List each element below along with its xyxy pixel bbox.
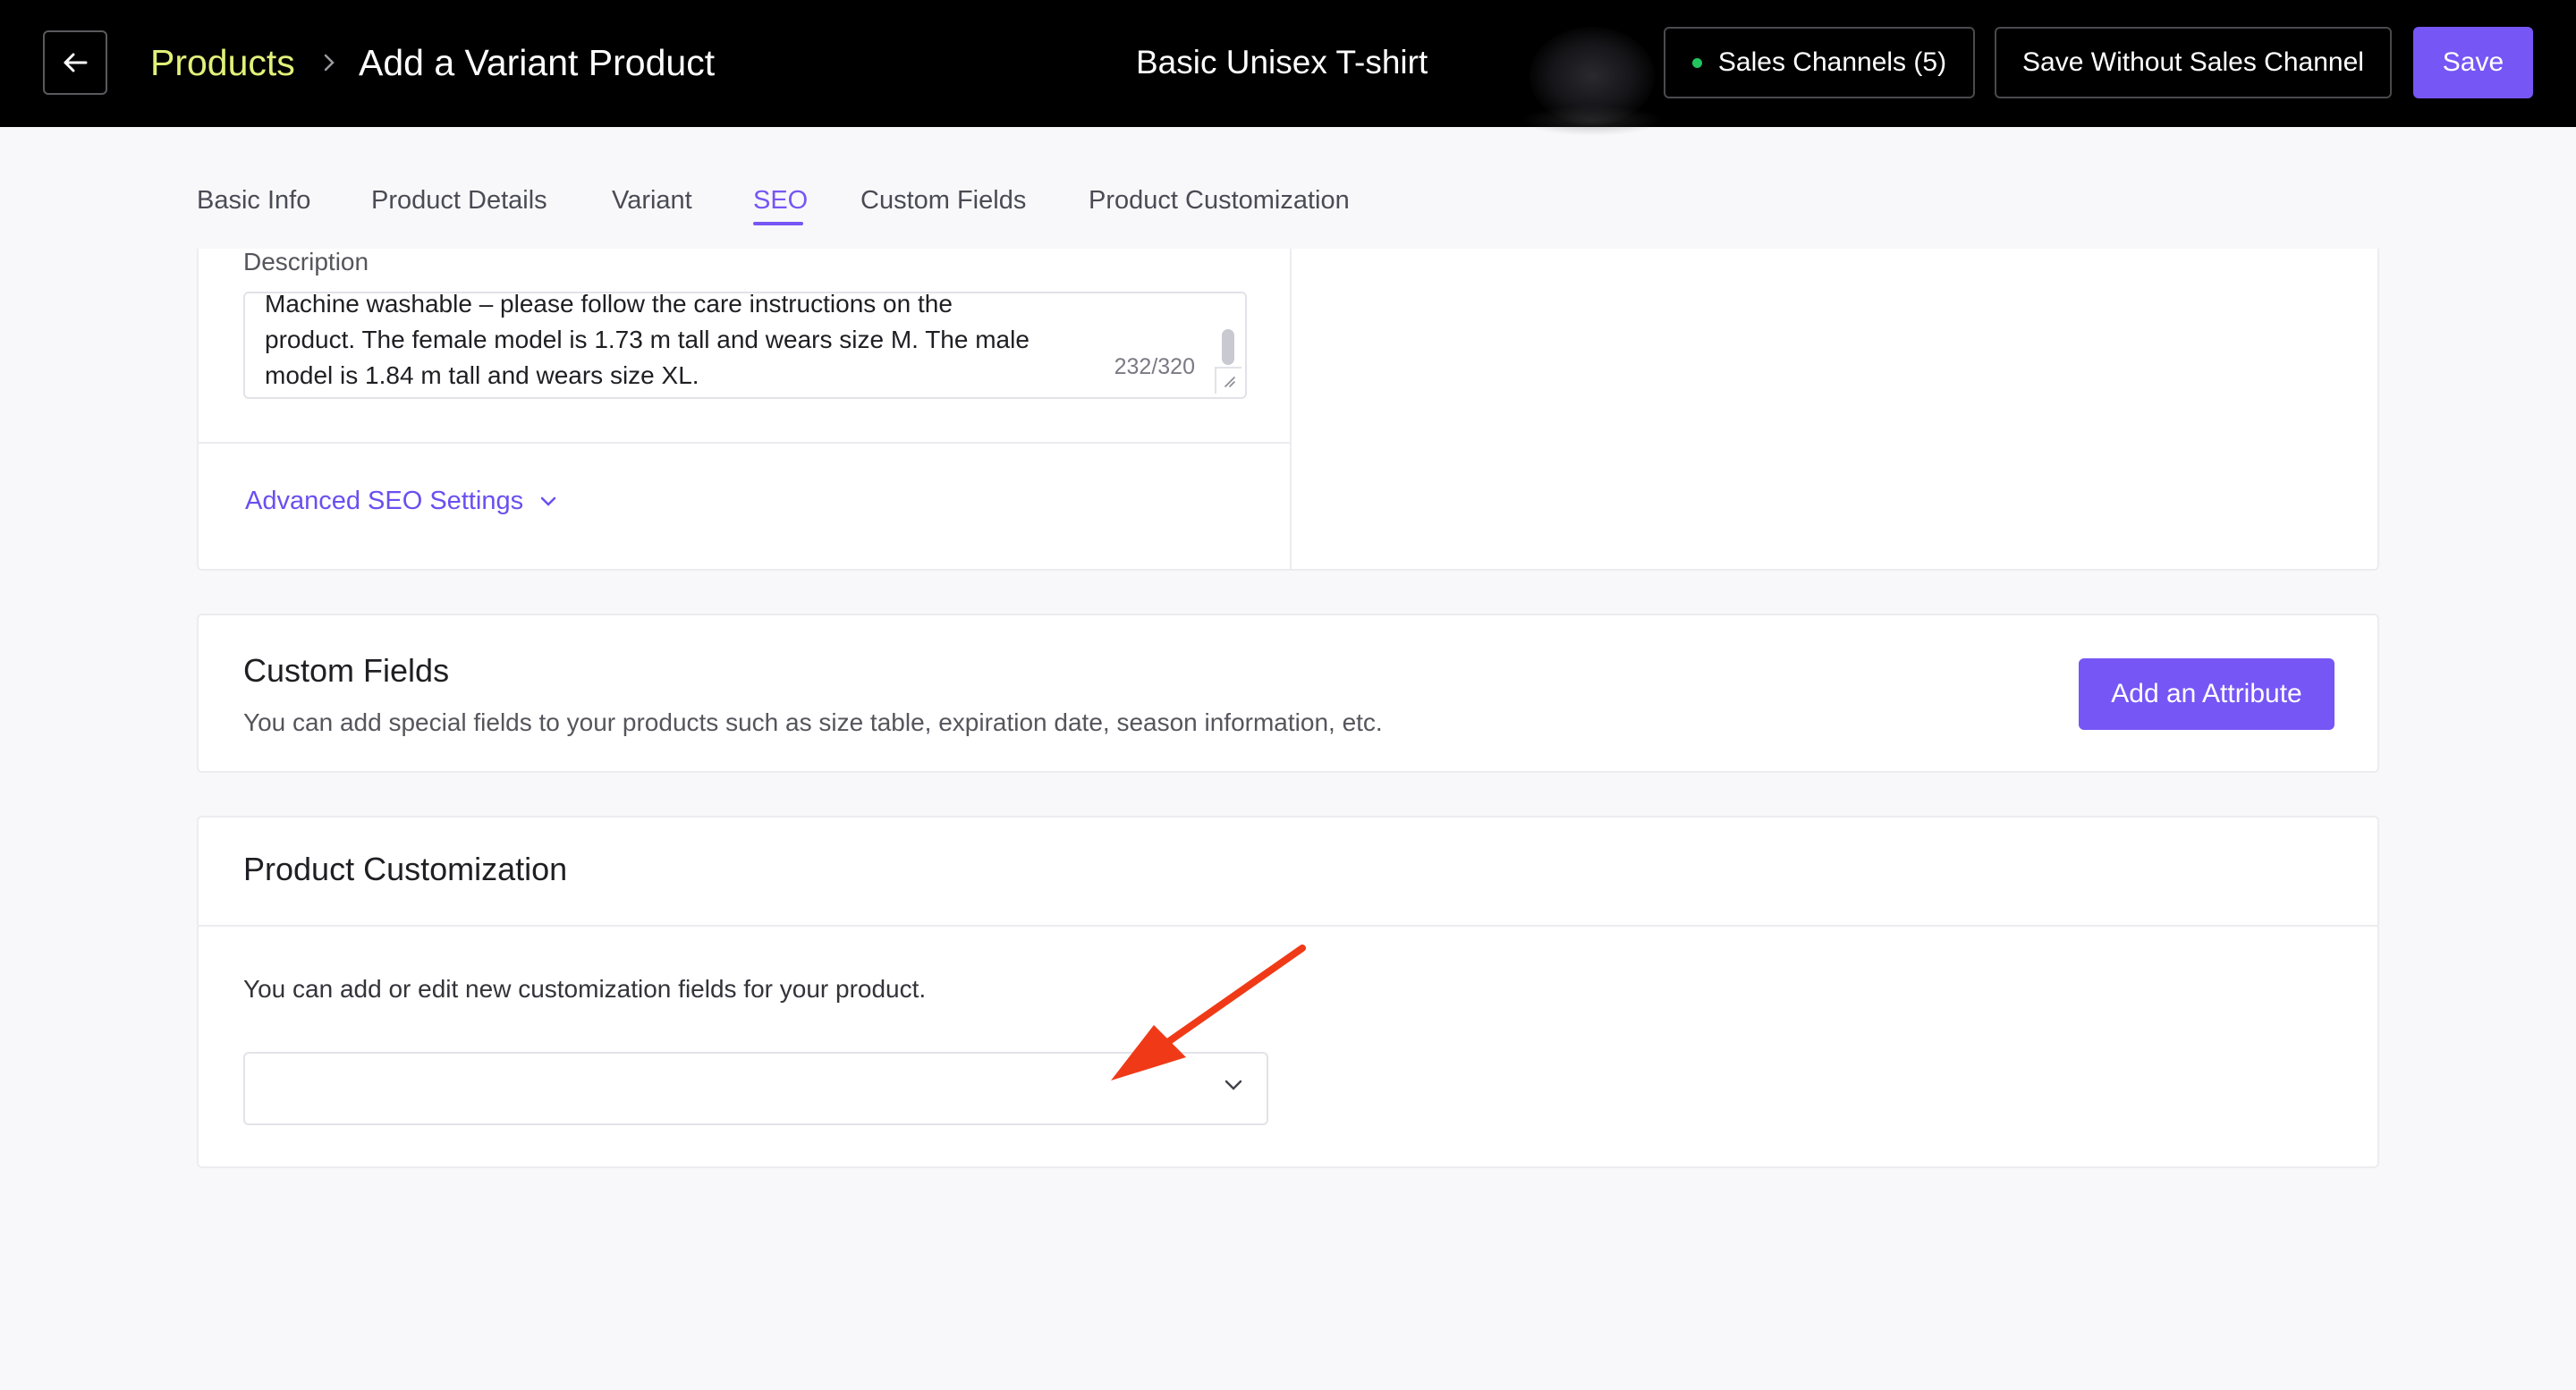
custom-fields-card: Custom Fields You can add special fields… [197, 614, 2379, 773]
textarea-scrollbar[interactable] [1222, 329, 1234, 365]
custom-fields-description: You can add special fields to your produ… [243, 708, 1383, 736]
custom-fields-title: Custom Fields [243, 652, 450, 689]
character-count: 232/320 [1114, 354, 1195, 379]
description-line: Machine washable – please follow the car… [265, 292, 953, 318]
arrow-left-icon [64, 53, 88, 72]
product-customization-title: Product Customization [243, 851, 568, 887]
seo-card: Description Machine washable – please fo… [197, 249, 2379, 571]
sales-channels-label: Sales Channels (5) [1717, 47, 1947, 77]
description-textarea[interactable]: Machine washable – please follow the car… [243, 292, 1247, 399]
tab-variant[interactable]: Variant [612, 182, 692, 218]
chevron-down-icon [540, 496, 556, 506]
tab-seo[interactable]: SEO [753, 182, 808, 218]
save-button[interactable]: Save [2413, 27, 2533, 98]
add-attribute-label: Add an Attribute [2111, 679, 2302, 708]
description-line: model is 1.84 m tall and wears size XL. [265, 361, 699, 389]
status-dot-icon [1691, 57, 1702, 68]
tab-basic-info[interactable]: Basic Info [197, 182, 310, 218]
description-label: Description [243, 248, 369, 275]
product-customization-description: You can add or edit new customization fi… [243, 975, 927, 1003]
description-line: product. The female model is 1.73 m tall… [265, 326, 1030, 353]
red-arrow-icon [1111, 945, 1306, 1081]
back-button[interactable] [43, 30, 107, 95]
top-bar: Products Add a Variant Product Basic Uni… [0, 0, 2576, 136]
advanced-seo-label: Advanced SEO Settings [245, 487, 524, 515]
description-text: Machine washable – please follow the car… [265, 292, 1123, 394]
section-divider [199, 925, 2377, 927]
chevron-right-icon [318, 47, 340, 79]
tab-bar: Basic Info Product Details Variant SEO C… [0, 127, 2576, 249]
save-without-label: Save Without Sales Channel [2022, 47, 2364, 77]
add-attribute-button[interactable]: Add an Attribute [2079, 658, 2334, 730]
tab-product-details[interactable]: Product Details [371, 182, 547, 218]
product-title: Basic Unisex T-shirt [1136, 44, 1428, 81]
resize-handle-icon[interactable] [1215, 367, 1241, 394]
tab-product-customization[interactable]: Product Customization [1089, 182, 1350, 218]
sales-channels-button[interactable]: Sales Channels (5) [1664, 27, 1975, 98]
active-tab-indicator [753, 222, 803, 225]
section-divider [199, 442, 1290, 444]
save-label: Save [2442, 47, 2504, 77]
tab-custom-fields[interactable]: Custom Fields [860, 182, 1026, 218]
save-without-sales-channel-button[interactable]: Save Without Sales Channel [1995, 27, 2392, 98]
breadcrumb-products-link[interactable]: Products [150, 39, 295, 86]
advanced-seo-toggle[interactable]: Advanced SEO Settings [245, 487, 557, 516]
column-divider [1290, 249, 1292, 569]
breadcrumb-current: Add a Variant Product [359, 42, 716, 83]
